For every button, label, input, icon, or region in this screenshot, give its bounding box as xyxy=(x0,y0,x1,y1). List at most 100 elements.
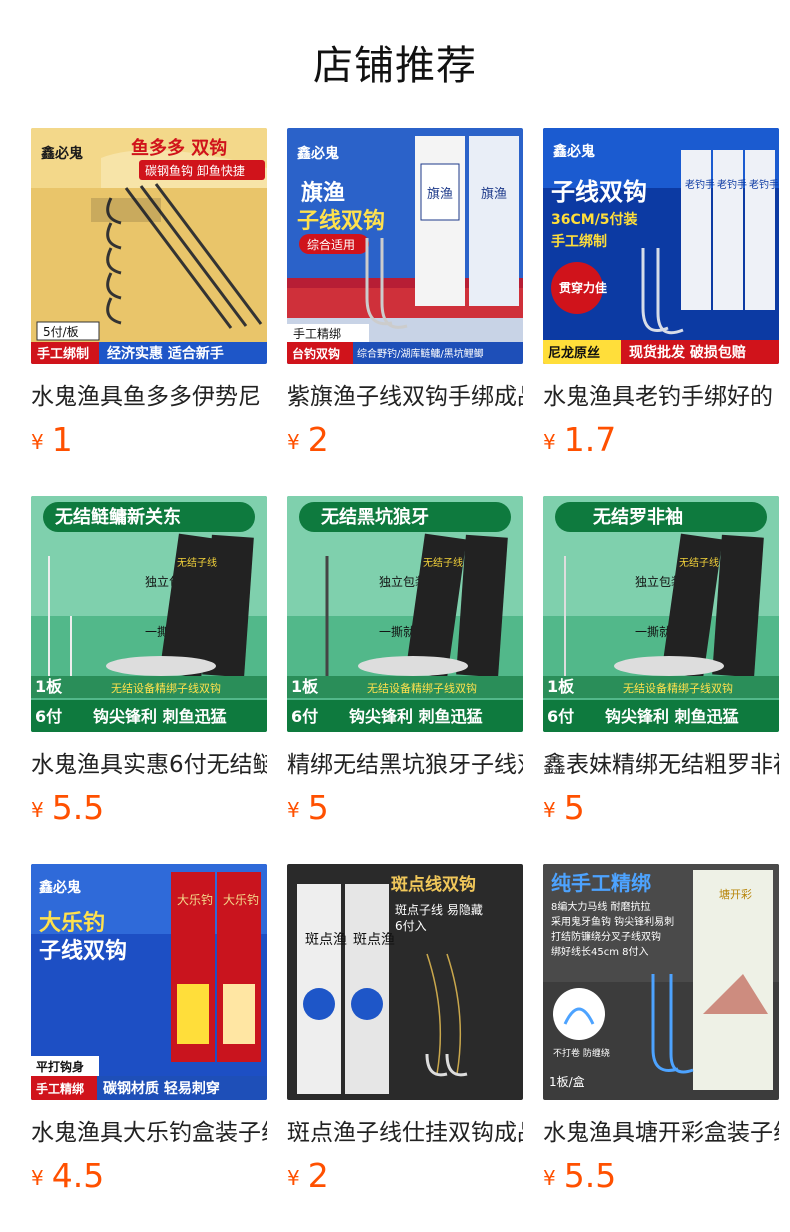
svg-text:子线双钩: 子线双钩 xyxy=(551,178,647,206)
svg-text:不打卷 防缠绕: 不打卷 防缠绕 xyxy=(553,1047,610,1059)
product-title[interactable]: 水鬼渔具老钓手绑好的 xyxy=(543,380,779,414)
svg-text:6付: 6付 xyxy=(547,707,574,726)
product-card[interactable]: 无结鲢鳙新关东 独立包装 一撕就用 无结子线 1板 无结设备精绑子线双钩 6付 … xyxy=(31,496,267,836)
svg-text:无结罗非袖: 无结罗非袖 xyxy=(593,506,683,528)
svg-text:综合适用: 综合适用 xyxy=(307,237,355,252)
svg-text:斑点线双钩: 斑点线双钩 xyxy=(391,874,476,895)
svg-text:老钓手: 老钓手 xyxy=(717,178,747,191)
svg-text:无结黑坑狼牙: 无结黑坑狼牙 xyxy=(321,506,429,528)
product-price: ¥2 xyxy=(287,418,329,462)
price-value: 1 xyxy=(51,420,73,459)
brand-logo: 鑫必鬼 xyxy=(552,143,595,160)
svg-text:旗渔: 旗渔 xyxy=(427,186,453,201)
svg-text:无结子线: 无结子线 xyxy=(679,556,719,569)
svg-text:尼龙原丝: 尼龙原丝 xyxy=(548,345,600,361)
product-card[interactable]: 鑫必鬼 鱼多多 双钩 碳钢鱼钩 卸鱼快捷 5付/板 手工绑制 经济实惠 适合新手… xyxy=(31,128,267,468)
svg-text:打结防镰绕分叉子线双钩: 打结防镰绕分叉子线双钩 xyxy=(551,930,661,943)
product-price: ¥5 xyxy=(543,786,585,830)
product-image[interactable]: 纯手工精绑 8编大力马线 耐磨抗拉 采用鬼牙鱼钩 钩尖锋利易刺 打结防镰绕分叉子… xyxy=(543,864,779,1100)
svg-text:绑好线长45cm 8付入: 绑好线长45cm 8付入 xyxy=(551,945,649,958)
product-title[interactable]: 紫旗渔子线双钩手绑成品 xyxy=(287,380,523,414)
svg-text:1板: 1板 xyxy=(547,677,575,696)
brand-logo: 鑫必鬼 xyxy=(40,145,83,162)
product-card[interactable]: 纯手工精绑 8编大力马线 耐磨抗拉 采用鬼牙鱼钩 钩尖锋利易刺 打结防镰绕分叉子… xyxy=(543,864,779,1204)
svg-text:碳钢材质 轻易刺穿: 碳钢材质 轻易刺穿 xyxy=(103,1080,220,1097)
product-image[interactable]: 斑点渔 斑点渔 斑点线双钩 斑点子线 易隐藏 6付入 xyxy=(287,864,523,1100)
svg-text:纯手工精绑: 纯手工精绑 xyxy=(551,871,651,895)
price-value: 2 xyxy=(307,1156,329,1195)
svg-text:台钓双钩: 台钓双钩 xyxy=(292,346,340,361)
svg-text:贯穿力佳: 贯穿力佳 xyxy=(559,280,607,295)
product-title[interactable]: 精绑无结黑坑狼牙子线双钩 xyxy=(287,748,523,782)
svg-text:综合野钓/湖库鲢鳙/黑坑鲤鲫: 综合野钓/湖库鲢鳙/黑坑鲤鲫 xyxy=(357,347,484,360)
currency-symbol: ¥ xyxy=(543,798,556,822)
product-image[interactable]: 无结黑坑狼牙 独立包装 一撕就用 无结子线 1板 无结设备精绑子线双钩 6付 钩… xyxy=(287,496,523,732)
product-image[interactable]: 无结罗非袖 独立包装 一撕就用 无结子线 1板 无结设备精绑子线双钩 6付 钩尖… xyxy=(543,496,779,732)
svg-text:5付/板: 5付/板 xyxy=(43,325,79,339)
svg-text:1板: 1板 xyxy=(35,677,63,696)
svg-text:无结设备精绑子线双钩: 无结设备精绑子线双钩 xyxy=(111,681,221,695)
price-value: 5.5 xyxy=(563,1156,617,1195)
svg-text:大乐钓: 大乐钓 xyxy=(39,910,105,936)
svg-text:塘开彩: 塘开彩 xyxy=(719,887,752,901)
svg-text:1板/盒: 1板/盒 xyxy=(549,1074,585,1089)
currency-symbol: ¥ xyxy=(31,1166,44,1190)
svg-text:无结设备精绑子线双钩: 无结设备精绑子线双钩 xyxy=(367,681,477,695)
svg-text:手工绑制: 手工绑制 xyxy=(551,233,607,250)
currency-symbol: ¥ xyxy=(287,430,300,454)
svg-text:无结设备精绑子线双钩: 无结设备精绑子线双钩 xyxy=(623,681,733,695)
svg-text:钩尖锋利 刺鱼迅猛: 钩尖锋利 刺鱼迅猛 xyxy=(93,707,227,726)
product-card[interactable]: 斑点渔 斑点渔 斑点线双钩 斑点子线 易隐藏 6付入 斑点渔子线仕挂双钩成品 ¥… xyxy=(287,864,523,1204)
product-card[interactable]: 鑫必鬼 子线双钩 36CM/5付装 手工绑制 贯穿力佳 老钓手 老钓手 老钓手 … xyxy=(543,128,779,468)
product-image[interactable]: 鑫必鬼 鱼多多 双钩 碳钢鱼钩 卸鱼快捷 5付/板 手工绑制 经济实惠 适合新手 xyxy=(31,128,267,364)
product-title[interactable]: 水鬼渔具实惠6付无结鲢鳙 xyxy=(31,748,267,782)
page-title: 店铺推荐 xyxy=(313,43,477,89)
svg-text:无结子线: 无结子线 xyxy=(177,556,217,569)
product-card[interactable]: 无结罗非袖 独立包装 一撕就用 无结子线 1板 无结设备精绑子线双钩 6付 钩尖… xyxy=(543,496,779,836)
svg-text:大乐钓: 大乐钓 xyxy=(177,893,213,907)
product-card[interactable]: 无结黑坑狼牙 独立包装 一撕就用 无结子线 1板 无结设备精绑子线双钩 6付 钩… xyxy=(287,496,523,836)
product-price: ¥4.5 xyxy=(31,1154,104,1198)
product-title[interactable]: 水鬼渔具塘开彩盒装子线 xyxy=(543,1116,779,1150)
currency-symbol: ¥ xyxy=(543,1166,556,1190)
product-price: ¥2 xyxy=(287,1154,329,1198)
product-title[interactable]: 斑点渔子线仕挂双钩成品 xyxy=(287,1116,523,1150)
svg-text:钩尖锋利 刺鱼迅猛: 钩尖锋利 刺鱼迅猛 xyxy=(605,707,739,726)
product-title[interactable]: 水鬼渔具大乐钓盒装子线双钩 xyxy=(31,1116,267,1150)
product-price: ¥5 xyxy=(287,786,329,830)
currency-symbol: ¥ xyxy=(287,798,300,822)
svg-text:斑点渔: 斑点渔 xyxy=(353,932,395,948)
svg-text:6付: 6付 xyxy=(291,707,318,726)
product-title[interactable]: 水鬼渔具鱼多多伊势尼 xyxy=(31,380,267,414)
svg-text:斑点子线 易隐藏: 斑点子线 易隐藏 xyxy=(395,903,483,917)
svg-text:36CM/5付装: 36CM/5付装 xyxy=(551,211,639,228)
svg-text:碳钢鱼钩 卸鱼快捷: 碳钢鱼钩 卸鱼快捷 xyxy=(145,163,245,178)
svg-text:采用鬼牙鱼钩 钩尖锋利易刺: 采用鬼牙鱼钩 钩尖锋利易刺 xyxy=(551,915,674,928)
product-card[interactable]: 鑫必鬼 旗渔 子线双钩 综合适用 旗渔 旗渔 手工精绑 台钓双钩 综合野钓/湖库… xyxy=(287,128,523,468)
svg-text:鱼多多 双钩: 鱼多多 双钩 xyxy=(131,137,227,159)
svg-text:子线双钩: 子线双钩 xyxy=(39,938,127,964)
svg-text:钩尖锋利 刺鱼迅猛: 钩尖锋利 刺鱼迅猛 xyxy=(349,707,483,726)
product-card[interactable]: 鑫必鬼 大乐钓 子线双钩 大乐钓 大乐钓 平打钩身 手工精绑 碳钢材质 轻易刺穿… xyxy=(31,864,267,1204)
product-image[interactable]: 无结鲢鳙新关东 独立包装 一撕就用 无结子线 1板 无结设备精绑子线双钩 6付 … xyxy=(31,496,267,732)
svg-text:6付入: 6付入 xyxy=(395,919,427,933)
product-image[interactable]: 鑫必鬼 子线双钩 36CM/5付装 手工绑制 贯穿力佳 老钓手 老钓手 老钓手 … xyxy=(543,128,779,364)
product-price: ¥5.5 xyxy=(31,786,104,830)
svg-text:手工精绑: 手工精绑 xyxy=(36,1081,84,1096)
product-image[interactable]: 鑫必鬼 旗渔 子线双钩 综合适用 旗渔 旗渔 手工精绑 台钓双钩 综合野钓/湖库… xyxy=(287,128,523,364)
product-title[interactable]: 鑫表妹精绑无结粗罗非袖 xyxy=(543,748,779,782)
brand-logo: 鑫必鬼 xyxy=(296,145,339,162)
product-image[interactable]: 鑫必鬼 大乐钓 子线双钩 大乐钓 大乐钓 平打钩身 手工精绑 碳钢材质 轻易刺穿 xyxy=(31,864,267,1100)
product-price: ¥1 xyxy=(31,418,73,462)
svg-text:经济实惠 适合新手: 经济实惠 适合新手 xyxy=(107,345,224,362)
svg-text:无结鲢鳙新关东: 无结鲢鳙新关东 xyxy=(55,506,181,528)
currency-symbol: ¥ xyxy=(31,798,44,822)
currency-symbol: ¥ xyxy=(287,1166,300,1190)
svg-text:斑点渔: 斑点渔 xyxy=(305,932,347,948)
svg-text:手工精绑: 手工精绑 xyxy=(293,327,341,341)
svg-text:老钓手: 老钓手 xyxy=(749,178,779,191)
svg-text:平打钩身: 平打钩身 xyxy=(36,1059,84,1074)
svg-text:6付: 6付 xyxy=(35,707,62,726)
svg-text:现货批发 破损包赔: 现货批发 破损包赔 xyxy=(629,344,746,361)
svg-text:大乐钓: 大乐钓 xyxy=(223,893,259,907)
